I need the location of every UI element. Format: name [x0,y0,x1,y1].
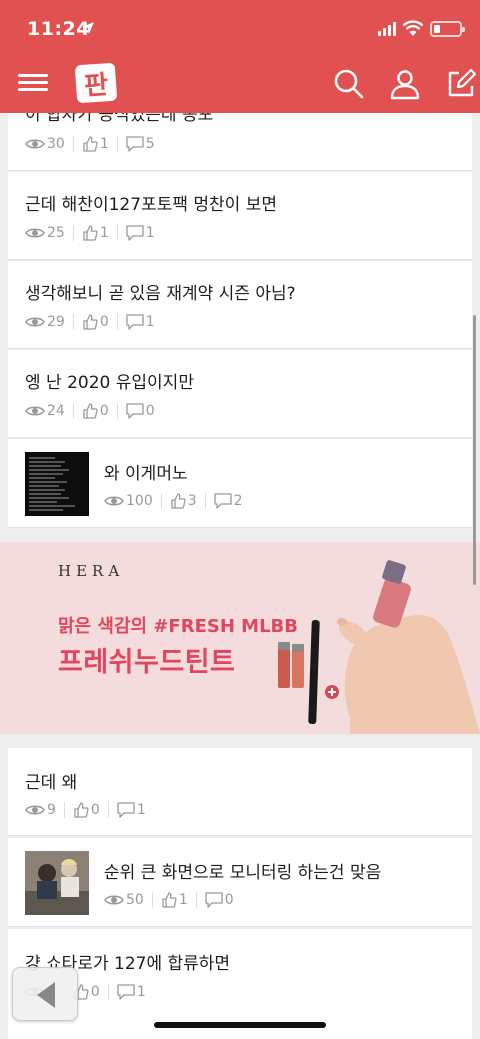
post-meta: 100 3 2 [104,493,243,509]
menu-icon[interactable] [18,70,48,96]
search-icon[interactable] [333,68,365,100]
nav-bar: 판 [0,58,480,113]
view-count: 50 [126,892,144,908]
home-indicator[interactable] [154,1022,326,1028]
like-count: 0 [90,984,100,1000]
like-count: 0 [99,403,109,419]
comment-count: 1 [145,225,155,241]
back-arrow-icon [37,982,55,1008]
post-title: 엥 난 2020 유입이지만 [25,373,194,393]
comment-count: 0 [145,403,155,419]
view-count: 25 [47,225,65,241]
comment-icon [126,225,144,241]
thumbs-up-icon [171,493,186,509]
post-meta: 50 1 0 [104,892,234,908]
comment-icon [126,136,144,152]
post-thumbnail [25,452,89,516]
app-header: 11:24 판 [0,0,480,113]
comment-icon [205,892,223,908]
comment-icon [117,984,135,1000]
signal-icon [378,22,396,36]
scrollbar[interactable] [473,315,476,585]
post-meta: 25 1 1 [25,225,155,241]
list-item[interactable]: 와 이게머노 100 3 2 [8,439,472,528]
comment-count: 1 [145,314,155,330]
like-count: 1 [178,892,188,908]
list-item[interactable]: 근데 해찬이127포토팩 멍찬이 보면 25 1 1 [8,172,472,260]
thumbs-up-icon [83,314,98,330]
eye-icon [25,406,45,416]
like-count: 1 [99,225,109,241]
like-count: 1 [99,136,109,152]
wifi-icon [402,20,424,36]
product-image [278,560,480,734]
view-count: 100 [126,493,153,509]
ad-headline: 맑은 색감의 #FRESH MLBB [58,616,298,637]
list-item[interactable]: 생각해보니 곧 있음 재계약 시즌 아님? 29 0 1 [8,261,472,349]
back-button[interactable] [12,967,78,1021]
post-title: 생각해보니 곧 있음 재계약 시즌 아님? [25,284,296,304]
comment-icon [126,403,144,419]
view-count: 24 [47,403,65,419]
ad-banner[interactable]: HERA 맑은 색감의 #FRESH MLBB 프레쉬누드틴트 [0,542,480,734]
view-count: 29 [47,314,65,330]
like-count: 0 [99,314,109,330]
view-count: 30 [47,136,65,152]
list-item[interactable]: 엥 난 2020 유입이지만 24 0 0 [8,350,472,438]
eye-icon [25,805,45,815]
edit-icon[interactable] [445,68,477,100]
post-title: 근데 왜 [25,773,78,793]
list-item[interactable]: 근데 왜 9 0 1 [8,748,472,836]
status-bar: 11:24 [0,0,480,58]
post-meta: 30 1 5 [25,136,155,152]
comment-icon [214,493,232,509]
like-count: 3 [187,493,197,509]
comment-icon [126,314,144,330]
user-icon[interactable] [389,68,421,100]
eye-icon [104,496,124,506]
comment-count: 0 [224,892,234,908]
ad-brand: HERA [58,562,125,580]
post-meta: 9 0 1 [25,802,146,818]
post-title: 근데 해찬이127포토팩 멍찬이 보면 [25,195,277,215]
thumbs-up-icon [74,802,89,818]
comment-count: 1 [136,984,146,1000]
eye-icon [25,139,45,149]
ad-product-name: 프레쉬누드틴트 [58,647,236,678]
thumbs-up-icon [83,136,98,152]
post-meta: 29 0 1 [25,314,155,330]
thumbs-up-icon [162,892,177,908]
eye-icon [25,317,45,327]
battery-icon [430,21,465,37]
list-item[interactable]: 순위 큰 화면으로 모니터링 하는건 맞음 50 1 0 [8,838,472,927]
eye-icon [25,228,45,238]
post-title: 와 이게머노 [104,464,188,484]
thumbs-up-icon [83,225,98,241]
post-title: 순위 큰 화면으로 모니터링 하는건 맞음 [104,863,382,883]
view-count: 9 [47,802,56,818]
comment-count: 2 [233,493,243,509]
thumbs-up-icon [83,403,98,419]
location-icon [82,22,94,34]
like-count: 0 [90,802,100,818]
app-logo[interactable]: 판 [74,62,118,104]
comment-count: 1 [136,802,146,818]
comment-count: 5 [145,136,155,152]
eye-icon [104,895,124,905]
comment-icon [117,802,135,818]
post-meta: 24 0 0 [25,403,155,419]
post-thumbnail [25,851,89,915]
